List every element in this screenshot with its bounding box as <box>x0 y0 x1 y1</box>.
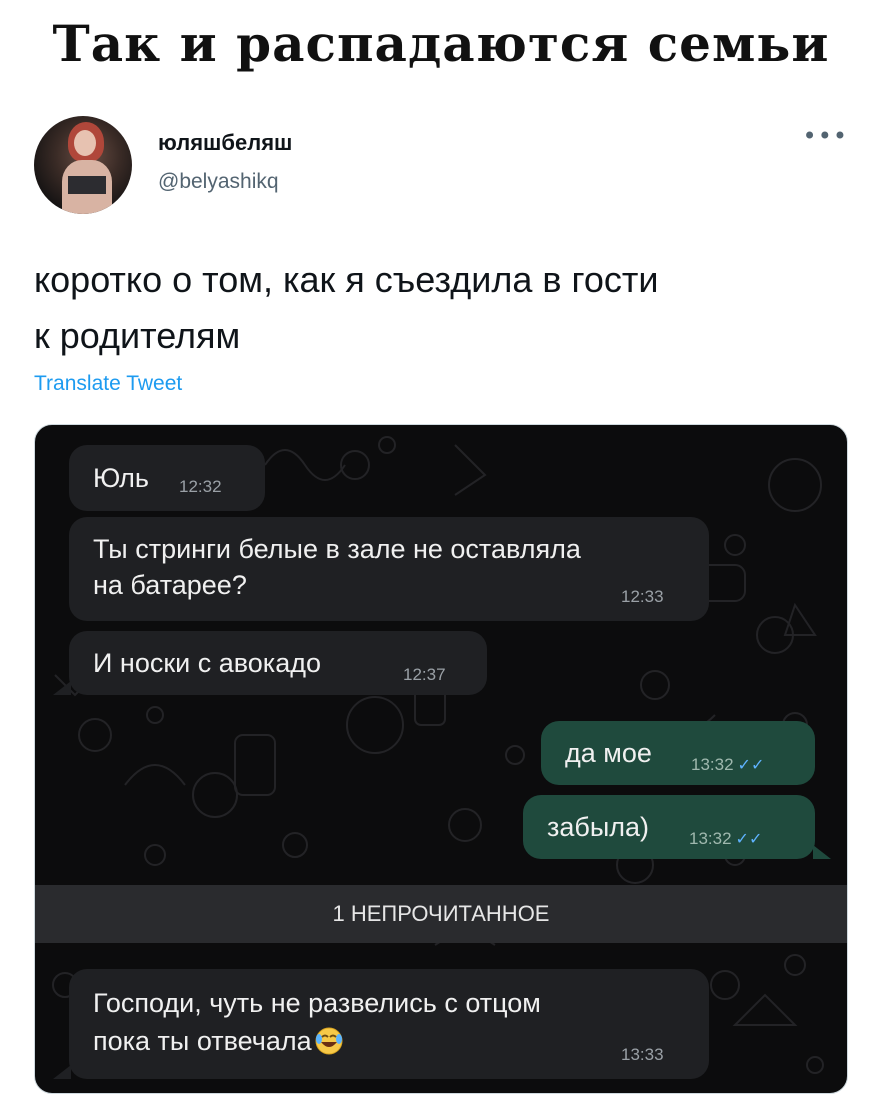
tweet-text-line: коротко о том, как я съездила в гости <box>34 259 659 300</box>
message-text: да мое <box>565 738 652 768</box>
unread-divider: 1 НЕПРОЧИТАННОЕ <box>35 885 847 943</box>
message-text: пока ты отвечала <box>93 1026 312 1056</box>
bubble-tail <box>813 845 831 859</box>
message-time-status: 13:32 ✓✓ <box>689 829 762 849</box>
double-check-icon: ✓✓ <box>737 757 765 774</box>
double-check-icon: ✓✓ <box>735 831 763 848</box>
message-time: 12:37 <box>403 665 446 684</box>
message-time-status: 13:32 ✓✓ <box>691 755 764 775</box>
message-text: Юль <box>93 463 149 493</box>
message-time: 13:32 <box>691 755 734 774</box>
bubble-tail <box>53 1065 71 1079</box>
laughing-tears-emoji-icon <box>315 1027 343 1055</box>
tweet-text: коротко о том, как я съездила в гости к … <box>34 252 854 364</box>
outgoing-message[interactable]: забыла) 13:32 ✓✓ <box>523 795 815 859</box>
tweet-media-chat-screenshot[interactable]: Юль 12:32 Ты стринги белые в зале не ост… <box>34 424 848 1094</box>
message-text-with-emoji: пока ты отвечала <box>93 1021 344 1061</box>
message-time: 13:32 <box>689 829 732 848</box>
outgoing-message[interactable]: да мое 13:32 ✓✓ <box>541 721 815 785</box>
incoming-message[interactable]: Юль 12:32 <box>69 445 265 511</box>
message-text: И носки с авокадо <box>93 648 321 678</box>
tweet-header: юляшбеляш @belyashikq ••• <box>34 116 854 216</box>
incoming-message[interactable]: Господи, чуть не развелись с отцом пока … <box>69 969 709 1079</box>
incoming-message[interactable]: И носки с авокадо 12:37 <box>69 631 487 695</box>
display-name[interactable]: юляшбеляш <box>158 130 292 156</box>
message-text: Господи, чуть не развелись с отцом <box>93 988 541 1018</box>
message-time: 12:33 <box>621 587 664 606</box>
avatar[interactable] <box>34 116 132 214</box>
bubble-tail <box>53 681 71 695</box>
user-handle[interactable]: @belyashikq <box>158 170 279 194</box>
message-time: 13:33 <box>621 1045 664 1064</box>
meme-caption: Так и распадаются семьи <box>52 14 830 73</box>
more-options-icon[interactable]: ••• <box>803 122 848 150</box>
incoming-message[interactable]: Ты стринги белые в зале не оставляла на … <box>69 517 709 621</box>
message-text: забыла) <box>547 812 650 842</box>
message-text: на батарее? <box>93 570 247 600</box>
message-text: Ты стринги белые в зале не оставляла <box>93 534 581 564</box>
message-time: 12:32 <box>179 477 222 496</box>
tweet-text-line: к родителям <box>34 315 241 356</box>
translate-tweet-link[interactable]: Translate Tweet <box>34 372 182 396</box>
